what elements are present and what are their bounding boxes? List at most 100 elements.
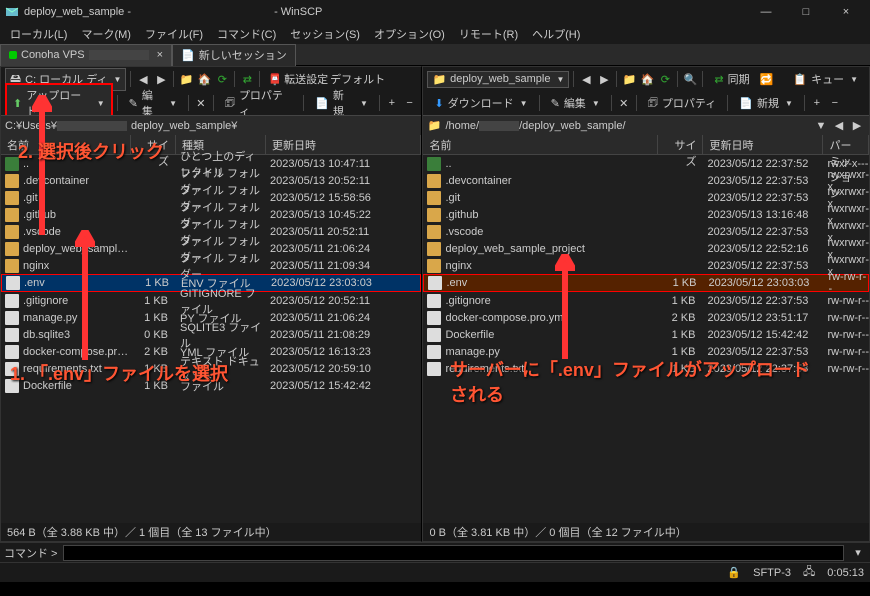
menu-command[interactable]: コマンド(C) — [211, 24, 282, 44]
remote-pathbar[interactable]: 📁 /home/ /deploy_web_sample/ ▼ ◀ ▶ — [423, 115, 869, 135]
menu-local[interactable]: ローカル(L) — [4, 24, 73, 44]
tab-close-icon[interactable]: × — [157, 49, 163, 61]
file-size: 1 KB — [129, 295, 174, 307]
session-tab-active[interactable]: Conoha VPS × — [0, 44, 172, 66]
file-name: deploy_web_sample_project — [445, 243, 656, 255]
path-dropdown-icon[interactable]: ▼ — [813, 118, 829, 134]
queue-button[interactable]: 📋 キュー ▼ — [786, 68, 865, 90]
nav-fwd-icon[interactable]: ▶ — [596, 71, 612, 87]
app-icon — [4, 4, 20, 20]
file-row[interactable]: nginxファイル フォルダー2023/05/11 21:09:34 — [1, 257, 421, 274]
col-date[interactable]: 更新日時 — [266, 135, 421, 154]
file-date: 2023/05/13 20:52:11 — [264, 175, 421, 187]
file-row[interactable]: requirements.txt1 KBテキスト ドキュメント2023/05/1… — [1, 360, 421, 377]
plus-icon[interactable]: + — [384, 95, 400, 111]
title-app: - WinSCP — [274, 6, 322, 18]
file-size: 1 KB — [656, 363, 701, 375]
col-date[interactable]: 更新日時 — [703, 135, 823, 154]
local-path-suffix: deploy_web_sample¥ — [127, 120, 237, 132]
refresh-icon[interactable]: ⟳ — [657, 71, 673, 87]
file-size: 1 KB — [657, 277, 702, 289]
menu-remote[interactable]: リモート(R) — [453, 24, 524, 44]
file-date: 2023/05/12 22:37:52 — [701, 158, 821, 170]
col-size[interactable]: サイズ — [658, 135, 703, 154]
file-name: .. — [445, 158, 656, 170]
file-name: .git — [23, 192, 129, 204]
col-name[interactable]: 名前 — [1, 135, 131, 154]
session-tabs: Conoha VPS × 📄 新しいセッション — [0, 44, 870, 66]
menu-session[interactable]: セッション(S) — [284, 24, 366, 44]
new-icon: 📄 — [739, 97, 753, 110]
file-icon — [427, 345, 441, 359]
menu-file[interactable]: ファイル(F) — [139, 24, 209, 44]
remote-folder-select[interactable]: 📁 deploy_web_sample ▼ — [427, 71, 569, 88]
file-row[interactable]: ..2023/05/12 22:37:52rwxr-x--- — [423, 155, 869, 172]
file-name: .github — [23, 209, 129, 221]
sync-button[interactable]: ⇄ 同期 — [707, 68, 756, 90]
path-fwd-icon[interactable]: ▶ — [849, 118, 865, 134]
path-back-icon[interactable]: ◀ — [831, 118, 847, 134]
queue-label: キュー — [811, 71, 844, 87]
file-icon — [5, 328, 19, 342]
file-row[interactable]: deploy_web_sample_project2023/05/12 22:5… — [423, 240, 869, 257]
minus-icon[interactable]: − — [827, 95, 843, 111]
col-size[interactable]: サイズ — [131, 135, 176, 154]
minus-icon[interactable]: − — [402, 95, 418, 111]
file-row[interactable]: db.sqlite30 KBSQLITE3 ファイル2023/05/11 21:… — [1, 326, 421, 343]
new-session-tab[interactable]: 📄 新しいセッション — [172, 44, 296, 66]
file-icon — [5, 379, 19, 393]
folder-home-icon[interactable]: 🏠 — [639, 71, 655, 87]
menu-mark[interactable]: マーク(M) — [75, 24, 137, 44]
file-row[interactable]: .gitignore1 KB2023/05/12 22:37:53rw-rw-r… — [423, 292, 869, 309]
menu-option[interactable]: オプション(O) — [368, 24, 451, 44]
file-date: 2023/05/12 23:03:03 — [265, 277, 420, 289]
local-status-text: 564 B（全 3.88 KB 中）／ 1 個目（全 13 ファイル中） — [7, 524, 277, 540]
col-name[interactable]: 名前 — [423, 135, 658, 154]
file-date: 2023/05/13 10:47:11 — [264, 158, 421, 170]
delete-icon[interactable]: ✕ — [616, 95, 632, 111]
file-row[interactable]: .devcontainer2023/05/12 22:37:53rwxrwxr-… — [423, 172, 869, 189]
file-name: .devcontainer — [23, 175, 129, 187]
file-date: 2023/05/12 23:51:17 — [701, 312, 821, 324]
delete-icon[interactable]: ✕ — [193, 95, 209, 111]
local-pathbar[interactable]: C:¥Users¥ deploy_web_sample¥ — [1, 115, 421, 135]
file-row[interactable]: .github2023/05/13 13:16:48rwxrwxr-x — [423, 206, 869, 223]
nav-back-icon[interactable]: ◀ — [578, 71, 594, 87]
file-row[interactable]: .vscode2023/05/12 22:37:53rwxrwxr-x — [423, 223, 869, 240]
maximize-button[interactable]: □ — [786, 0, 826, 24]
close-button[interactable]: × — [826, 0, 866, 24]
edit-icon: ✎ — [551, 97, 560, 110]
file-row[interactable]: Dockerfile1 KB2023/05/12 15:42:42rw-rw-r… — [423, 326, 869, 343]
folder-home-icon[interactable]: 🏠 — [196, 71, 212, 87]
edit-button[interactable]: ✎ 編集 ▼ — [544, 92, 607, 114]
file-row[interactable]: manage.py1 KB2023/05/12 22:37:53rw-rw-r-… — [423, 343, 869, 360]
file-row[interactable]: .env1 KB2023/05/12 23:03:03rw-rw-r-- — [423, 274, 869, 292]
file-name: nginx — [23, 260, 129, 272]
property-button[interactable]: 🗊 プロパティ — [641, 91, 724, 116]
new-session-icon: 📄 — [181, 49, 195, 62]
command-list-icon[interactable]: ▾ — [850, 545, 866, 561]
find-icon[interactable]: 🔍 — [682, 71, 698, 87]
folder-up-icon[interactable]: 📁 — [621, 71, 637, 87]
footer-net-icon: 🖧 — [803, 563, 815, 582]
file-row[interactable]: requirements.txt1 KB2023/05/12 22:37:53r… — [423, 360, 869, 377]
compare-icon[interactable]: 🔁 — [759, 71, 775, 87]
folder-icon — [427, 242, 441, 256]
footer-time: 0:05:13 — [827, 567, 864, 579]
file-row[interactable]: Dockerfile1 KBファイル2023/05/12 15:42:42 — [1, 377, 421, 394]
file-date: 2023/05/11 21:06:24 — [264, 312, 421, 324]
file-row[interactable]: .gitignore1 KBGITIGNORE ファイル2023/05/12 2… — [1, 292, 421, 309]
new-label: 新規 — [757, 95, 779, 111]
window-title: deploy_web_sample - - WinSCP — [24, 6, 746, 18]
file-row[interactable]: docker-compose.pro.yml2 KB2023/05/12 23:… — [423, 309, 869, 326]
download-button[interactable]: ⬇ ダウンロード ▼ — [427, 92, 534, 114]
col-perm[interactable]: パーミッション — [823, 135, 869, 154]
new-button[interactable]: 📄 新規 ▼ — [732, 92, 800, 114]
file-row[interactable]: .git2023/05/12 22:37:53rwxrwxr-x — [423, 189, 869, 206]
file-row[interactable]: nginx2023/05/12 22:37:53rwxrwxr-x — [423, 257, 869, 274]
command-input[interactable] — [63, 545, 844, 561]
plus-icon[interactable]: + — [809, 95, 825, 111]
menu-help[interactable]: ヘルプ(H) — [526, 24, 586, 44]
file-name: docker-compose.pro.yml — [445, 312, 656, 324]
minimize-button[interactable]: — — [746, 0, 786, 24]
